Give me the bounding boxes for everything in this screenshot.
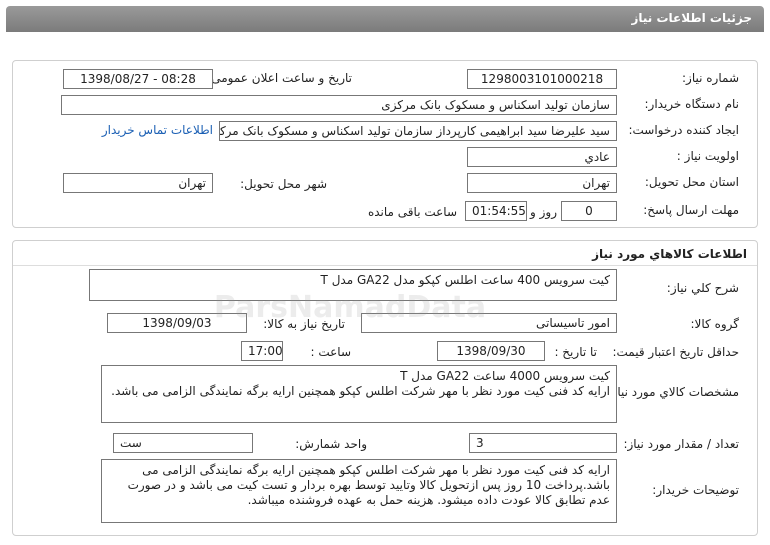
deadline-label: مهلت ارسال پاسخ: xyxy=(643,203,739,217)
unit-label: واحد شمارش: xyxy=(295,437,367,451)
announce-datetime-field[interactable]: 1398/08/27 - 08:28 xyxy=(63,69,213,89)
section-divider xyxy=(13,265,757,266)
deadline-time-field[interactable]: 01:54:55 xyxy=(465,201,527,221)
summary-field[interactable]: کیت سرویس 400 ساعت اطلس کپکو مدل GA22 مد… xyxy=(89,269,617,301)
buyer-contact-link[interactable]: اطلاعات تماس خریدار xyxy=(102,123,213,137)
buyer-org-label: نام دستگاه خریدار: xyxy=(644,97,740,111)
days-label: روز و xyxy=(530,205,557,219)
need-number-field[interactable]: 1298003101000218 xyxy=(467,69,617,89)
spec-field[interactable]: کیت سرویس 4000 ساعت GA22 مدل T ارایه کد … xyxy=(101,365,617,423)
quantity-field[interactable]: 3 xyxy=(469,433,617,453)
deadline-days-field[interactable]: 0 xyxy=(561,201,617,221)
need-number-label: شماره نیاز: xyxy=(682,71,739,85)
unit-field[interactable]: ست xyxy=(113,433,253,453)
price-validity-label: حداقل تاریخ اعتبار قیمت: xyxy=(612,345,739,359)
quantity-label: تعداد / مقدار مورد نياز: xyxy=(623,437,739,451)
creator-label: ایجاد کننده درخواست: xyxy=(628,123,739,137)
goods-section-title: اطلاعات کالاهاي مورد نياز xyxy=(592,247,747,261)
priority-field[interactable]: عادي xyxy=(467,147,617,167)
spec-line-1: کیت سرویس 4000 ساعت GA22 مدل T xyxy=(400,369,610,383)
priority-label: اولویت نیاز : xyxy=(676,149,739,163)
group-label: گروه کالا: xyxy=(690,317,740,331)
summary-label: شرح کلي نياز: xyxy=(666,281,739,295)
remaining-label: ساعت باقی مانده xyxy=(367,205,457,219)
buyer-notes-label: توضيحات خريدار: xyxy=(652,483,739,497)
spec-label: مشخصات کالاي مورد نياز: xyxy=(607,385,739,399)
buyer-notes-field[interactable]: ارایه کد فنی کیت مورد نظر با مهر شرکت اط… xyxy=(101,459,617,523)
validity-to-label: تا تاریخ : xyxy=(554,345,597,359)
province-field[interactable]: تهران xyxy=(467,173,617,193)
window-title: جزئیات اطلاعات نیاز xyxy=(6,6,764,32)
creator-field[interactable]: سید علیرضا سید ابراهیمی کارپرداز سازمان … xyxy=(219,121,617,141)
need-date-field[interactable]: 1398/09/03 xyxy=(107,313,247,333)
city-label: شهر محل تحویل: xyxy=(240,177,327,191)
buyer-org-field[interactable]: سازمان تولید اسکناس و مسکوک بانک مرکزی xyxy=(61,95,617,115)
goods-panel: اطلاعات کالاهاي مورد نياز شرح کلي نياز: … xyxy=(12,240,758,536)
spec-line-2: ارایه کد فنی کیت مورد نظر با مهر شرکت اط… xyxy=(111,384,610,398)
province-label: استان محل تحویل: xyxy=(644,175,739,189)
announce-datetime-label: تاریخ و ساعت اعلان عمومی: xyxy=(207,71,352,85)
validity-date-field[interactable]: 1398/09/30 xyxy=(437,341,545,361)
group-field[interactable]: امور تاسیساتی xyxy=(361,313,617,333)
need-date-label: تاریخ نیاز به کالا: xyxy=(263,317,345,331)
validity-hour-field[interactable]: 17:00 xyxy=(241,341,283,361)
need-info-panel: شماره نیاز: 1298003101000218 تاریخ و ساع… xyxy=(12,60,758,228)
city-field[interactable]: تهران xyxy=(63,173,213,193)
validity-hour-label: ساعت : xyxy=(310,345,351,359)
